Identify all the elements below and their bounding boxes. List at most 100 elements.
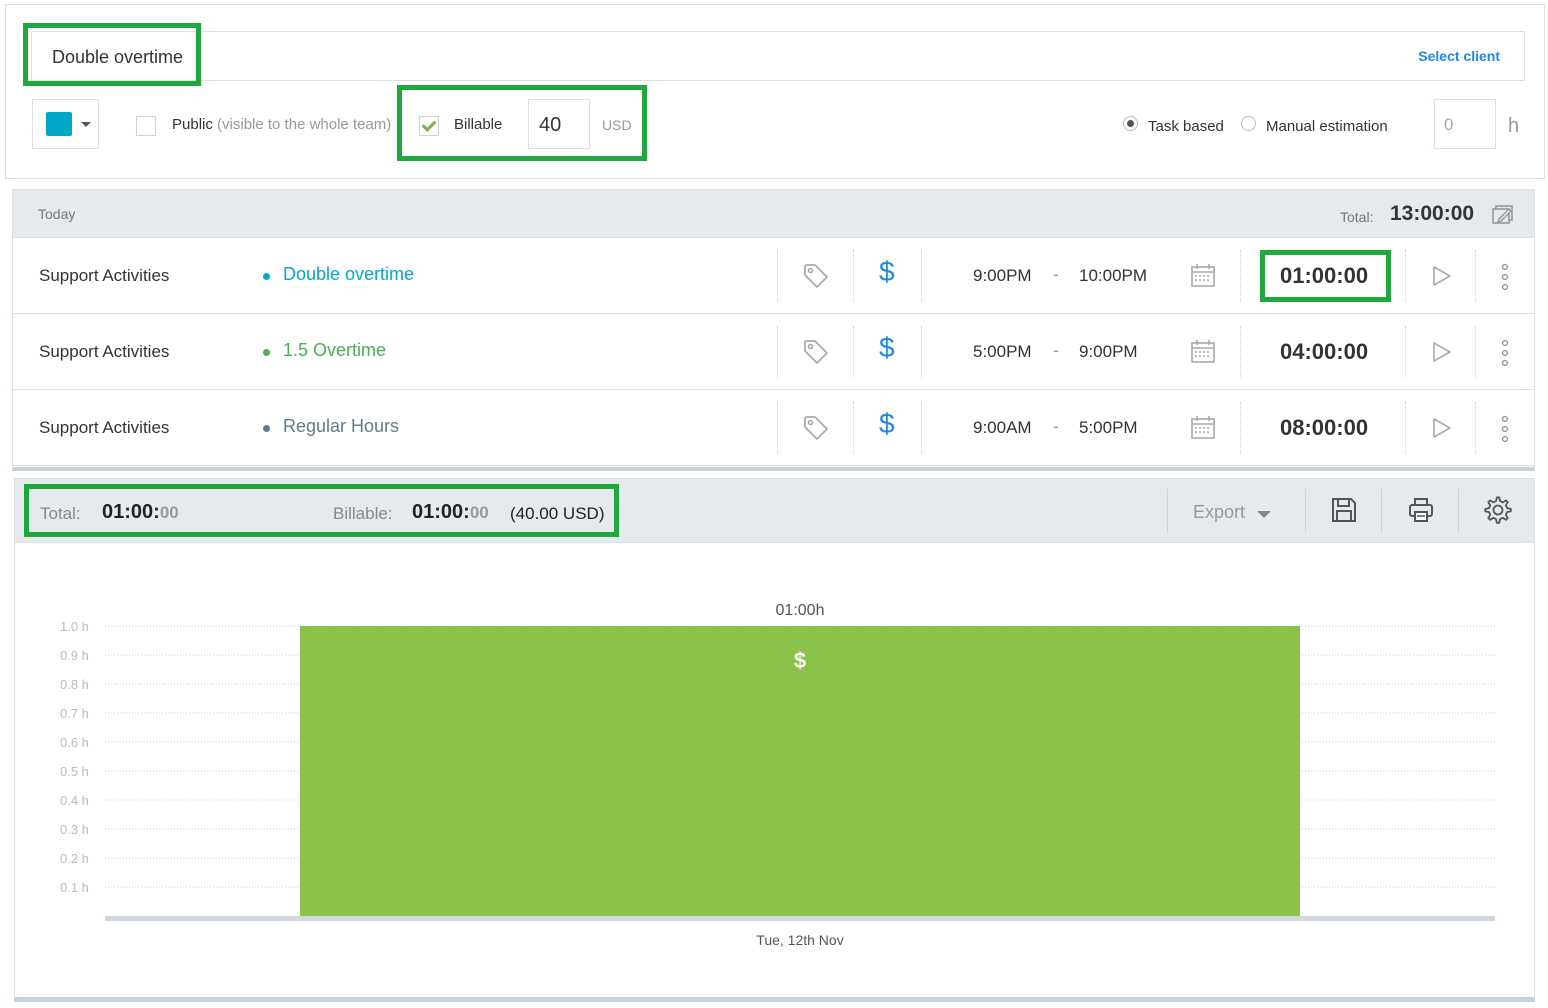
row-divider [777, 326, 778, 378]
billable-dollar-icon[interactable]: $ [879, 332, 895, 364]
manual-estimation-radio[interactable] [1241, 116, 1256, 131]
more-options-icon[interactable] [1499, 262, 1511, 292]
y-tick-label: 0.5 h [60, 764, 89, 779]
summary-billable-value: 01:00:00 [412, 501, 489, 523]
day-total-label: Total: [1340, 209, 1374, 225]
billable-dollar-icon[interactable]: $ [879, 256, 895, 288]
entry-start-time[interactable]: 9:00PM [973, 266, 1032, 286]
time-entry-row[interactable]: Support Activities Regular Hours $9:00AM - 5… [13, 390, 1534, 466]
bar-value-label: 01:00h [776, 602, 825, 619]
select-client-link[interactable]: Select client [1418, 48, 1500, 64]
time-separator: - [1053, 417, 1059, 436]
estimation-hours-input[interactable]: 0 [1434, 99, 1496, 149]
project-color-dot [263, 273, 270, 280]
billable-dollar-icon[interactable]: $ [879, 408, 895, 440]
today-header: Today Total: 13:00:00 [13, 190, 1534, 238]
color-swatch [46, 112, 72, 136]
task-based-radio[interactable] [1123, 116, 1138, 131]
y-tick-label: 1.0 h [60, 619, 89, 634]
billable-checkbox[interactable] [419, 116, 439, 136]
tag-icon[interactable] [802, 338, 830, 366]
public-label: Public (visible to the whole team) [172, 116, 392, 133]
calendar-icon[interactable] [1190, 339, 1216, 365]
hours-bar-chart: 0.1 h 0.2 h 0.3 h 0.4 h 0.5 h 0.6 h 0.7 h 0.8 h… [60, 602, 1495, 948]
entry-duration[interactable]: 01:00:00 [1280, 263, 1368, 289]
entry-start-time[interactable]: 5:00PM [973, 342, 1032, 362]
project-name-input[interactable]: Double overtime Select client [31, 31, 1525, 81]
print-icon[interactable] [1407, 496, 1435, 524]
entry-duration[interactable]: 04:00:00 [1280, 339, 1368, 365]
y-tick-label: 0.2 h [60, 851, 89, 866]
row-divider [777, 402, 778, 454]
entry-description[interactable]: Support Activities [39, 266, 169, 286]
entry-duration[interactable]: 08:00:00 [1280, 415, 1368, 441]
row-divider [853, 326, 854, 378]
today-entries-panel: Today Total: 13:00:00 Support Activities… [12, 189, 1535, 471]
y-tick-label: 0.3 h [60, 822, 89, 837]
play-icon[interactable] [1431, 340, 1453, 364]
y-tick-label: 0.4 h [60, 793, 89, 808]
summary-total-value: 01:00:00 [102, 501, 179, 523]
row-divider [1405, 250, 1406, 302]
tag-icon[interactable] [802, 414, 830, 442]
entry-project[interactable]: 1.5 Overtime [283, 340, 386, 361]
more-options-icon[interactable] [1499, 338, 1511, 368]
play-icon[interactable] [1431, 416, 1453, 440]
row-divider [1405, 326, 1406, 378]
y-tick-label: 0.9 h [60, 648, 89, 663]
public-checkbox[interactable] [136, 116, 156, 136]
entry-end-time[interactable]: 9:00PM [1079, 342, 1138, 362]
estimation-unit-label: h [1508, 115, 1520, 137]
report-summary-bar: Total: 01:00:00 Billable: 01:00:00 (40.0… [15, 479, 1534, 543]
chevron-down-icon [1257, 511, 1271, 518]
row-divider [1240, 250, 1241, 302]
calendar-icon[interactable] [1190, 415, 1216, 441]
toolbar-divider [1305, 489, 1306, 533]
export-button[interactable]: Export [1193, 502, 1245, 523]
project-color-dot [263, 425, 270, 432]
entry-end-time[interactable]: 5:00PM [1079, 418, 1138, 438]
time-entry-row[interactable]: Support Activities Double overtime $9:00PM… [13, 238, 1534, 314]
currency-label: USD [602, 117, 632, 133]
summary-billable-label: Billable: [333, 504, 393, 523]
row-divider [1475, 402, 1476, 454]
checkmark-icon [421, 117, 437, 132]
save-icon[interactable] [1330, 496, 1358, 524]
billable-label: Billable [454, 116, 503, 133]
entry-project[interactable]: Regular Hours [283, 416, 399, 437]
tag-icon[interactable] [802, 262, 830, 290]
entry-start-time[interactable]: 9:00AM [973, 418, 1032, 438]
row-divider [1405, 402, 1406, 454]
entry-description[interactable]: Support Activities [39, 418, 169, 438]
summary-billable-amount: (40.00 USD) [510, 504, 605, 523]
calendar-icon[interactable] [1190, 263, 1216, 289]
bulk-edit-icon[interactable] [1491, 204, 1515, 226]
hourly-rate-input[interactable]: 40 [528, 99, 590, 149]
entry-description[interactable]: Support Activities [39, 342, 169, 362]
row-divider [1240, 402, 1241, 454]
toolbar-divider [1167, 489, 1168, 533]
play-icon[interactable] [1431, 264, 1453, 288]
gear-icon[interactable] [1484, 496, 1512, 524]
time-separator: - [1053, 341, 1059, 360]
x-axis-baseline [105, 916, 1495, 921]
bar-billable-marker: $ [794, 648, 806, 673]
time-entry-row[interactable]: Support Activities 1.5 Overtime $5:00PM - 9:… [13, 314, 1534, 390]
row-divider [921, 326, 922, 378]
estimation-hours-value: 0 [1444, 115, 1454, 134]
entry-end-time[interactable]: 10:00PM [1079, 266, 1147, 286]
entry-project[interactable]: Double overtime [283, 264, 414, 285]
row-divider [921, 250, 922, 302]
project-color-picker[interactable] [32, 99, 99, 149]
day-total-value: 13:00:00 [1390, 202, 1475, 225]
report-panel: Total: 01:00:00 Billable: 01:00:00 (40.0… [14, 478, 1535, 1002]
row-divider [1240, 326, 1241, 378]
day-label: Today [38, 206, 76, 222]
y-tick-label: 0.7 h [60, 706, 89, 721]
row-divider [1475, 250, 1476, 302]
row-divider [853, 250, 854, 302]
y-tick-label: 0.8 h [60, 677, 89, 692]
more-options-icon[interactable] [1499, 414, 1511, 444]
summary-total-label: Total: [40, 504, 81, 523]
task-based-label: Task based [1148, 118, 1224, 135]
